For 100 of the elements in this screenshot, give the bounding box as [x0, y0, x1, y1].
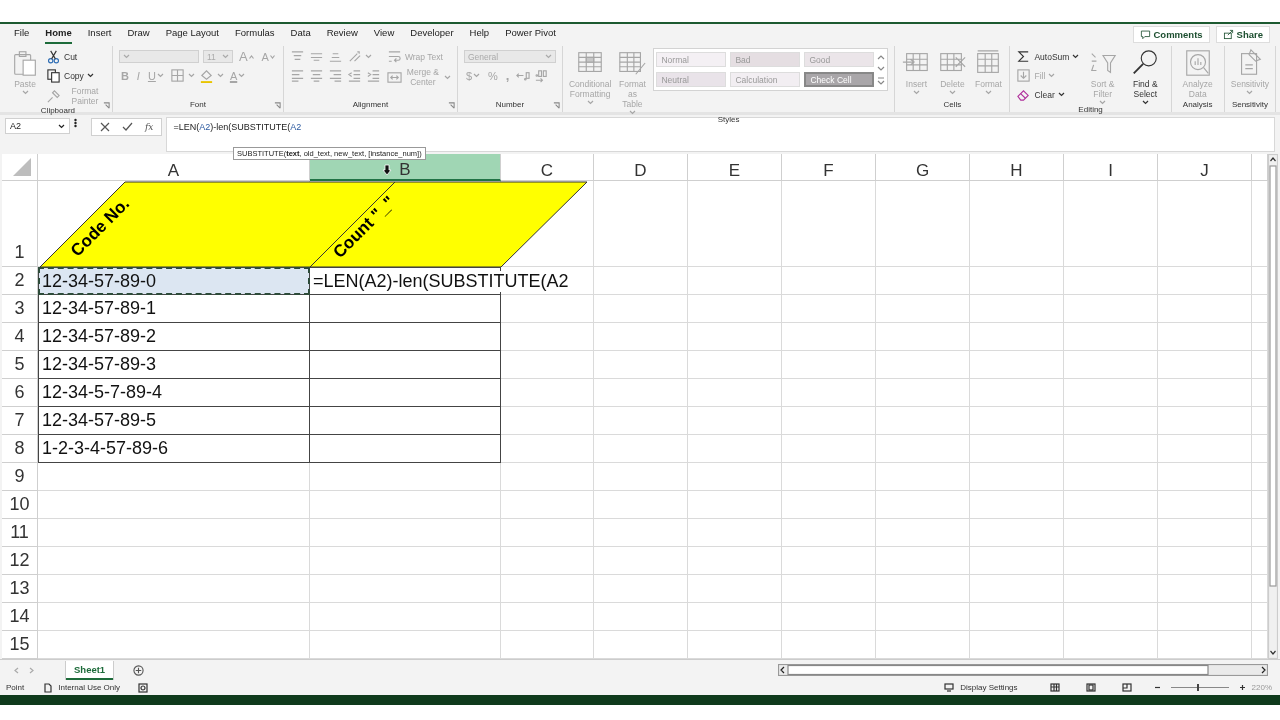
ribbon-button[interactable]: Find & Select [1125, 48, 1165, 105]
decrease-indent-icon [346, 68, 362, 83]
table-cell: 12-34-57-89-2 [38, 323, 310, 351]
caret-icon [544, 54, 552, 59]
accessibility-icon[interactable] [138, 682, 149, 693]
row-header[interactable]: 11 [2, 519, 38, 547]
ribbon-tab[interactable]: Developer [410, 24, 454, 44]
ribbon-button[interactable]: Clear [1016, 87, 1065, 102]
table-cell: 1-2-3-4-57-89-6 [38, 435, 310, 463]
row-header[interactable]: 7 [2, 407, 38, 435]
next-sheet-icon[interactable] [29, 666, 34, 674]
sensitivity-label[interactable]: Internal Use Only [58, 683, 121, 692]
scissors-icon [46, 49, 61, 64]
zoom-out-icon[interactable] [1153, 684, 1161, 691]
row-header[interactable]: 9 [2, 463, 38, 491]
paint-bucket-icon [198, 68, 214, 83]
align-right-icon [327, 68, 343, 83]
enter-icon[interactable] [122, 122, 133, 132]
decrease-icon [269, 54, 275, 59]
caret-icon [221, 54, 229, 59]
row-header[interactable]: 13 [2, 575, 38, 603]
copy-icon [46, 68, 61, 83]
column-header[interactable]: F [782, 154, 876, 181]
horizontal-scrollbar[interactable] [778, 664, 1268, 676]
column-header[interactable]: G [876, 154, 970, 181]
group-label: Clipboard [40, 106, 76, 115]
ribbon-tab[interactable]: Power Pivot [505, 24, 556, 44]
sheet-tab[interactable]: Sheet1 [66, 660, 114, 680]
ribbon-tab[interactable]: Page Layout [165, 24, 219, 44]
arrow-cursor-icon [382, 164, 392, 176]
column-header[interactable]: I [1064, 154, 1158, 181]
row-header[interactable]: 2 [2, 267, 38, 295]
ribbon-button[interactable]: Copy [46, 68, 94, 83]
increase-icon [248, 54, 254, 59]
column-header[interactable]: J [1158, 154, 1252, 181]
row-header[interactable]: 6 [2, 379, 38, 407]
ribbon-tab[interactable]: Home [45, 24, 72, 44]
row-header[interactable]: 14 [2, 603, 38, 631]
document-icon [44, 682, 53, 693]
comment-icon [1139, 28, 1151, 40]
ribbon-action-button[interactable]: Share [1215, 25, 1270, 43]
grid-view-icon[interactable] [1049, 683, 1060, 692]
ribbon-button[interactable]: Cut [46, 49, 78, 64]
table-cell: 12-34-5-7-89-4 [38, 379, 310, 407]
group-label: Sensitivity [1231, 100, 1268, 109]
ribbon-tab[interactable]: View [373, 24, 395, 44]
increase-indent-icon [365, 68, 381, 83]
row-header[interactable]: 3 [2, 295, 38, 323]
ribbon-tab[interactable]: Review [326, 24, 358, 44]
column-header[interactable]: C [501, 154, 594, 181]
row-header[interactable]: 15 [2, 631, 38, 659]
ribbon-tab[interactable]: File [14, 24, 30, 44]
row-header[interactable]: 4 [2, 323, 38, 351]
dialog-launcher-icon[interactable] [447, 102, 455, 109]
group-label: Cells [943, 100, 962, 109]
share-icon [1222, 28, 1234, 40]
row-header[interactable]: 8 [2, 435, 38, 463]
group-label: Alignment [352, 100, 389, 109]
ribbon-tab[interactable]: Help [469, 24, 490, 44]
dialog-launcher-icon[interactable] [273, 102, 281, 109]
ribbon-tab[interactable]: Draw [127, 24, 150, 44]
column-header[interactable]: D [594, 154, 688, 181]
paintbrush-icon [46, 88, 61, 104]
zoom-in-icon[interactable] [1238, 684, 1246, 691]
increase-decimal-icon [534, 68, 550, 83]
column-header[interactable]: H [970, 154, 1064, 181]
ribbon-button[interactable]: AutoSum [1016, 49, 1080, 64]
add-sheet-icon[interactable] [133, 664, 145, 676]
display-settings-button[interactable]: Display Settings [960, 683, 1018, 692]
slider-thumb[interactable] [1196, 684, 1199, 691]
wrap-text-icon [386, 49, 402, 64]
cancel-icon[interactable] [100, 122, 110, 132]
column-header[interactable]: E [688, 154, 782, 181]
ribbon-tab[interactable]: Insert [87, 24, 112, 44]
group-label: Number [495, 100, 525, 109]
ribbon-tab[interactable]: Formulas [235, 24, 275, 44]
dialog-launcher-icon[interactable] [552, 102, 560, 109]
table-cell: 12-34-57-89-1 [38, 295, 310, 323]
grip-icon [74, 117, 77, 129]
row-header[interactable]: 1 [2, 181, 38, 267]
page-layout-icon[interactable] [1085, 683, 1096, 692]
ribbon-action-button[interactable]: Comments [1132, 25, 1210, 43]
name-box[interactable]: A2 [5, 118, 70, 134]
dialog-launcher-icon[interactable] [102, 102, 110, 109]
fill-down-icon [1016, 68, 1032, 83]
status-mode: Point [6, 683, 25, 692]
row-header[interactable]: 5 [2, 351, 38, 379]
group-label: Editing [1078, 105, 1103, 114]
previous-sheet-icon[interactable] [14, 666, 19, 674]
ribbon-tab[interactable]: Data [290, 24, 311, 44]
caret-icon [122, 54, 130, 59]
row-header[interactable]: 12 [2, 547, 38, 575]
table-cell: 12-34-57-89-3 [38, 351, 310, 379]
table-cell: 12-34-57-89-0 [38, 267, 310, 295]
page-break-icon[interactable] [1121, 683, 1132, 692]
insert-function-button[interactable]: fx [145, 122, 154, 132]
row-header[interactable]: 10 [2, 491, 38, 519]
align-center-icon [308, 68, 324, 83]
merge-cells-icon [386, 69, 402, 85]
more-icon[interactable] [877, 75, 886, 87]
